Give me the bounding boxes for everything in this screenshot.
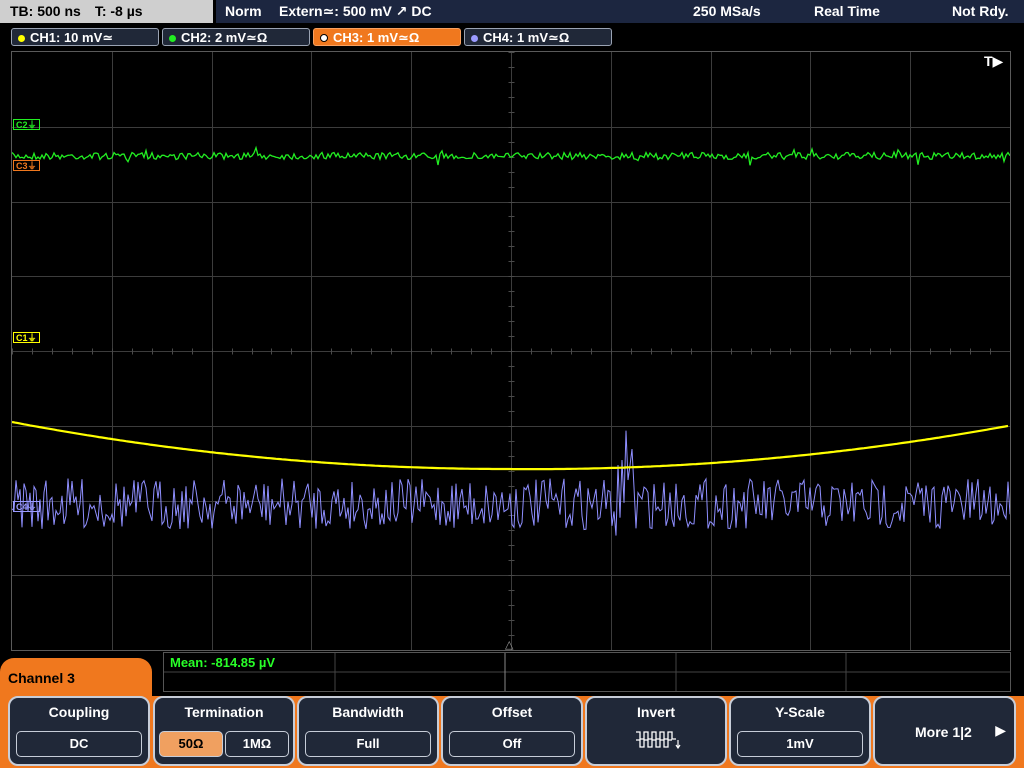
termination-1m-ohm-option[interactable]: 1MΩ xyxy=(225,731,289,757)
timebase-value: TB: 500 ns xyxy=(10,3,81,19)
inverted-pulse-icon xyxy=(636,731,681,749)
channel-4-marker[interactable]: C4⏚ xyxy=(13,501,40,512)
channel-3-marker[interactable]: C3⏚ xyxy=(13,160,40,171)
channel-2-label: CH2: 2 mV≃Ω xyxy=(181,30,268,45)
offset-softkey[interactable]: Offset Off xyxy=(441,696,583,766)
trigger-source[interactable]: Extern≃: 500 mV ↗ DC xyxy=(279,0,432,23)
coupling-label: Coupling xyxy=(48,704,110,720)
trigger-status: Not Rdy. xyxy=(952,3,1009,19)
channel-1-marker[interactable]: C1⏚ xyxy=(13,332,40,343)
more-softkey[interactable]: More 1|2 ▶ xyxy=(873,696,1016,766)
offset-value[interactable]: Off xyxy=(449,731,575,757)
channel-2-dot-icon xyxy=(169,35,176,42)
right-arrow-icon: ▶ xyxy=(995,722,1006,738)
channel-3-dot-icon xyxy=(320,34,328,42)
bandwidth-value[interactable]: Full xyxy=(305,731,431,757)
sample-rate: 250 MSa/s xyxy=(693,3,761,19)
bandwidth-softkey[interactable]: Bandwidth Full xyxy=(297,696,439,766)
trigger-time-value: T: -8 µs xyxy=(94,3,143,19)
tab-channel-1[interactable]: CH1: 10 mV≃ xyxy=(11,28,159,46)
more-label: More 1|2 xyxy=(915,724,972,740)
channel-4-label: CH4: 1 mV≃Ω xyxy=(483,30,570,45)
trigger-mode[interactable]: Norm xyxy=(225,0,262,23)
tab-channel-3[interactable]: CH3: 1 mV≃Ω xyxy=(313,28,461,46)
offset-label: Offset xyxy=(491,704,533,720)
termination-50-ohm-option[interactable]: 50Ω xyxy=(159,731,223,757)
mean-measurement: Mean: -814.85 µV xyxy=(170,655,276,670)
tab-channel-2[interactable]: CH2: 2 mV≃Ω xyxy=(162,28,310,46)
waveform-display[interactable]: C2⏚ C3⏚ C1⏚ C4⏚ T▶ △ xyxy=(11,51,1011,651)
bandwidth-label: Bandwidth xyxy=(332,704,404,720)
measurement-grid xyxy=(164,653,1010,691)
measurement-panel: Mean: -814.85 µV xyxy=(163,652,1011,692)
trigger-position-marker[interactable]: T▶ xyxy=(984,53,1003,70)
coupling-softkey[interactable]: Coupling DC xyxy=(8,696,150,766)
acquisition-mode: Real Time xyxy=(814,3,880,19)
y-scale-softkey[interactable]: Y-Scale 1mV xyxy=(729,696,871,766)
channel-3-label: CH3: 1 mV≃Ω xyxy=(333,30,420,45)
invert-label: Invert xyxy=(636,704,676,720)
trigger-point-arrow-icon: △ xyxy=(505,639,514,651)
menu-title: Channel 3 xyxy=(0,658,152,700)
termination-label: Termination xyxy=(184,704,264,720)
waveform-grid xyxy=(12,52,1010,650)
coupling-value[interactable]: DC xyxy=(16,731,142,757)
channel-2-marker[interactable]: C2⏚ xyxy=(13,119,40,130)
invert-softkey[interactable]: Invert xyxy=(585,696,727,766)
termination-softkey[interactable]: Termination 50Ω 1MΩ xyxy=(153,696,295,766)
channel-4-dot-icon xyxy=(471,35,478,42)
y-scale-value[interactable]: 1mV xyxy=(737,731,863,757)
tab-channel-4[interactable]: CH4: 1 mV≃Ω xyxy=(464,28,612,46)
timebase-display[interactable]: TB: 500 ns T: -8 µs xyxy=(0,0,213,23)
channel-1-label: CH1: 10 mV≃ xyxy=(30,30,114,45)
channel-1-trace xyxy=(12,420,1009,471)
status-strip: Norm Extern≃: 500 mV ↗ DC 250 MSa/s Real… xyxy=(216,0,1024,23)
y-scale-label: Y-Scale xyxy=(775,704,825,720)
channel-1-dot-icon xyxy=(18,35,25,42)
